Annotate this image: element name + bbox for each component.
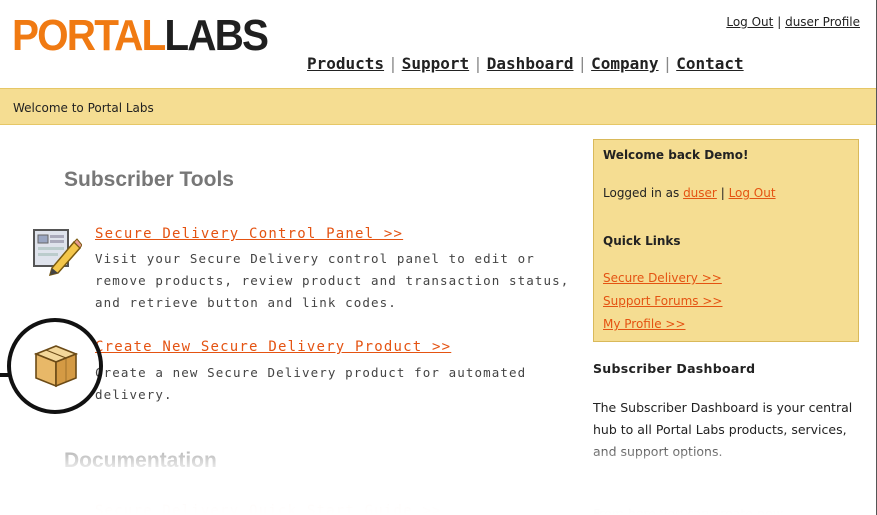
logged-in-label: Logged in as [603,186,680,200]
nav-separator: | [473,54,483,73]
subscriber-dashboard-title: Subscriber Dashboard [593,361,756,376]
main-nav: Products | Support | Dashboard | Company | Conta… [307,54,744,73]
create-product-link[interactable]: Create New Secure Delivery Product >> [95,339,451,355]
quick-start-guide-link[interactable]: Secure Delivery Quick Start Guide >> [95,503,442,515]
logo-text-portal: PORTAL [12,11,166,60]
username-link[interactable]: duser [683,186,717,200]
quick-links-heading: Quick Links [603,234,681,248]
nav-contact[interactable]: Contact [676,54,743,73]
control-panel-pencil-icon[interactable] [30,226,83,278]
welcome-back-heading: Welcome back Demo! [603,148,749,162]
nav-products[interactable]: Products [307,54,384,73]
quick-link-support-forums[interactable]: Support Forums >> [603,294,722,308]
nav-separator: | [388,54,398,73]
nav-support[interactable]: Support [402,54,469,73]
subscriber-tools-title: Subscriber Tools [64,168,234,191]
highlight-callout-pointer [0,373,9,377]
status-separator: | [720,186,725,200]
highlight-callout-circle [7,318,103,414]
logout-link[interactable]: Log Out [726,15,773,29]
logged-in-status: Logged in as duser | Log Out [603,186,776,200]
header: PORTALLABS Log Out | duser Profile Produ… [0,0,876,88]
subscriber-dashboard-description: The Subscriber Dashboard is your central… [593,400,853,459]
account-links: Log Out | duser Profile [726,15,860,29]
account-sidebar: Welcome back Demo! Logged in as duser | … [593,139,859,342]
nav-dashboard[interactable]: Dashboard [487,54,574,73]
welcome-text: Welcome to Portal Labs [13,101,154,115]
portal-labs-logo[interactable]: PORTALLABS [12,11,269,60]
profile-link[interactable]: duser Profile [785,15,860,29]
nav-company[interactable]: Company [591,54,658,73]
welcome-bar: Welcome to Portal Labs [0,88,876,125]
account-links-separator: | [777,15,782,29]
nav-separator: | [662,54,673,73]
documentation-title: Documentation [64,449,217,472]
control-panel-link[interactable]: Secure Delivery Control Panel >> [95,226,403,242]
quick-link-my-profile[interactable]: My Profile >> [603,317,686,331]
control-panel-description: Visit your Secure Delivery control panel… [95,251,570,310]
nav-separator: | [577,54,588,73]
subscriber-dashboard-description-continued: From here you can create new [593,506,783,515]
sidebar-logout-link[interactable]: Log Out [729,186,776,200]
quick-link-secure-delivery[interactable]: Secure Delivery >> [603,271,722,285]
logo-text-labs: LABS [164,11,269,60]
create-product-description: Create a new Secure Delivery product for… [95,365,527,402]
